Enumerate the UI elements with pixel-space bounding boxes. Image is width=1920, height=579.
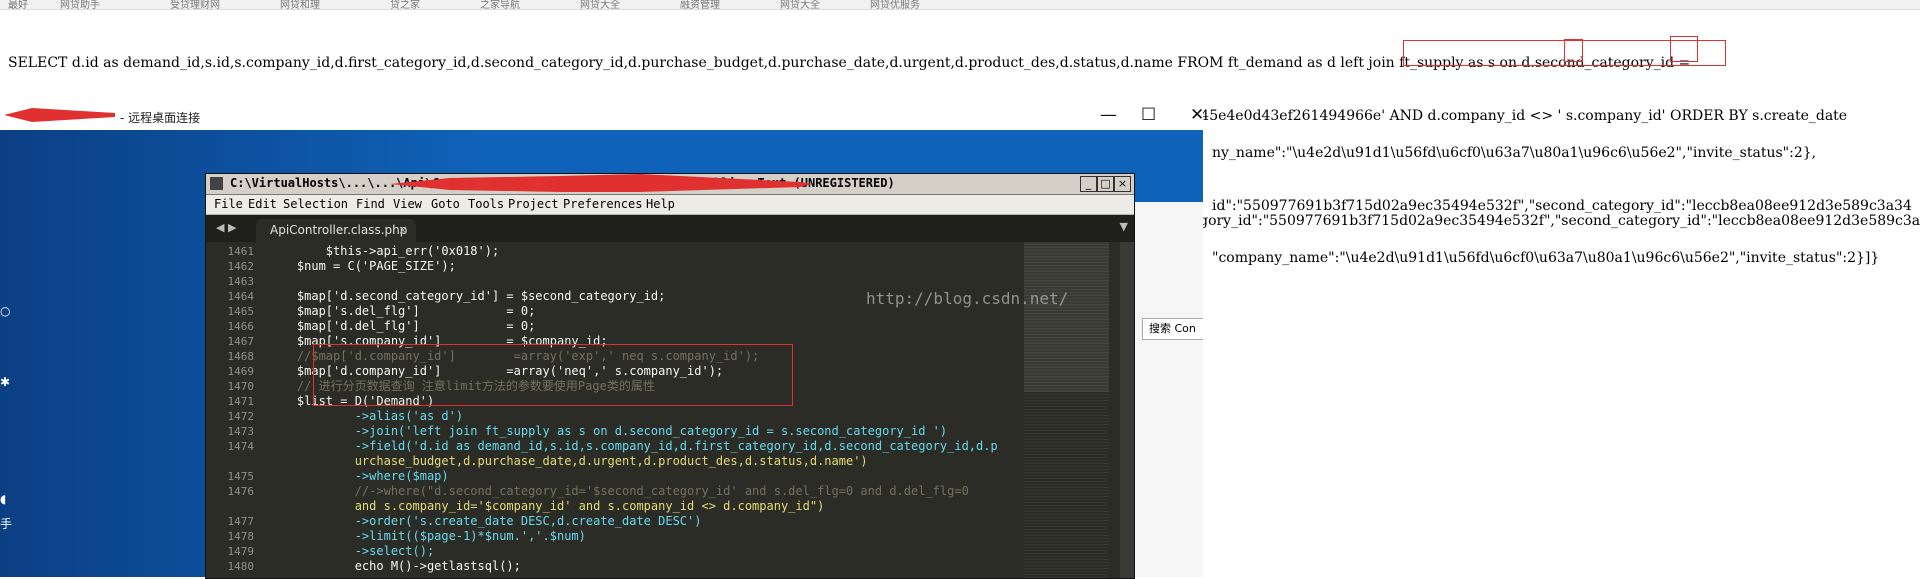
tab-label: ApiController.class.php [270, 223, 408, 237]
highlight-box-quote-1 [1564, 39, 1583, 62]
json-right-line-1: ny_name":"\u4e2d\u91d1\u56fd\u6cf0\u63a7… [1212, 145, 1817, 161]
line-number: 1477 [227, 515, 255, 528]
line-number: 1473 [227, 425, 255, 438]
line-number: 1469 [227, 365, 255, 378]
code-line: ->where($map) [268, 469, 449, 483]
tab-nav-arrows-icon[interactable]: ◀ ▶ [216, 221, 236, 234]
code-line: $map['d.del_flg'] = 0; [268, 319, 536, 333]
line-number: 1472 [227, 410, 255, 423]
desktop-icon-1[interactable]: ○ [0, 304, 10, 318]
line-number: 1471 [227, 395, 255, 408]
sublime-app-icon [210, 177, 223, 190]
highlight-box-code [313, 344, 793, 406]
background-app-panel: 搜索 Con [1123, 202, 1203, 577]
line-number: 1478 [227, 530, 255, 543]
line-number: 1463 [227, 275, 255, 288]
bookmark-item[interactable]: 之家导航 [480, 0, 520, 9]
line-number: 1468 [227, 350, 255, 363]
menu-selection[interactable]: Selection [283, 197, 348, 211]
code-line: ->field('d.id as demand_id,s.id,s.compan… [268, 439, 998, 453]
remote-desktop-titlebar[interactable]: - 远程桌面连接 — ☐ ✕ [0, 104, 1203, 130]
tab-close-icon[interactable]: × [398, 223, 408, 237]
line-number: 1470 [227, 380, 255, 393]
watermark-text: http://blog.csdn.net/ [866, 289, 1069, 308]
minimize-icon[interactable]: — [1100, 105, 1117, 125]
bookmark-item[interactable]: 融资管理 [680, 0, 720, 9]
code-line: urchase_budget,d.purchase_date,d.urgent,… [268, 454, 868, 468]
annotation-arrow-title [4, 108, 115, 122]
desktop-icon-label: 手 [0, 517, 13, 531]
code-line: ->join('left join ft_supply as s on d.se… [268, 424, 948, 438]
bookmark-item[interactable]: 网贷大全 [780, 0, 820, 9]
bookmark-item[interactable]: 最好 [8, 0, 28, 9]
remote-desktop-title: - 远程桌面连接 [120, 111, 201, 125]
close-icon[interactable]: ✕ [1190, 105, 1203, 125]
editor-scrollbar[interactable] [1120, 242, 1134, 578]
code-line: ->alias('as d') [268, 409, 464, 423]
tab-apicontroller[interactable]: ApiController.class.php × [256, 219, 416, 242]
desktop-icon-3[interactable]: ◖ [0, 492, 6, 506]
bookmark-item[interactable]: 受贷理财网 [170, 0, 220, 9]
search-button[interactable]: 搜索 Con [1142, 318, 1203, 340]
line-number: 1461 [227, 245, 255, 258]
line-number: 1475 [227, 470, 255, 483]
editor-close-icon[interactable]: × [1114, 176, 1131, 192]
code-line: $num = C('PAGE_SIZE'); [268, 259, 456, 273]
line-number-gutter: 1461 1462 1463 1464 1465 1466 1467 1468 1469 1470… [206, 242, 256, 578]
bookmark-item[interactable]: 网贷助手 [60, 0, 100, 9]
line-number: 1480 [227, 560, 255, 573]
code-line: and s.company_id='$company_id' and s.com… [268, 499, 825, 513]
bookmarks-bar: 最好 网贷助手 受贷理财网 网贷和理 贷之家 之家导航 网贷大全 融资管理 网贷… [0, 0, 1920, 10]
line-number: 1467 [227, 335, 255, 348]
menu-edit[interactable]: Edit [248, 197, 277, 211]
line-number: 1474 [227, 440, 255, 453]
tab-dropdown-icon[interactable]: ▼ [1120, 220, 1128, 233]
line-number: 1464 [227, 290, 255, 303]
line-number: 1466 [227, 320, 255, 333]
bookmark-item[interactable]: 网贷大全 [580, 0, 620, 9]
editor-tabbar: ◀ ▶ ApiController.class.php × ▼ [206, 215, 1134, 242]
highlight-box-quote-2 [1670, 36, 1698, 62]
line-number: 1476 [227, 485, 255, 498]
code-line: //->where("d.second_category_id='$second… [268, 484, 969, 498]
code-line: $map['d.second_category_id'] = $second_c… [268, 289, 666, 303]
editor-minimize-icon[interactable]: _ [1080, 176, 1097, 192]
maximize-icon[interactable]: ☐ [1141, 105, 1156, 125]
annotation-arrow-editor-title [390, 174, 812, 192]
desktop-icon-2[interactable]: ✱ [0, 375, 10, 389]
line-number: 1462 [227, 260, 255, 273]
code-line: ->select(); [268, 544, 435, 558]
bookmark-item[interactable]: 网贷优服务 [870, 0, 920, 9]
line-number: 1465 [227, 305, 255, 318]
code-line: $this->api_err('0x018'); [268, 244, 500, 258]
json-right-line-3: "company_name":"\u4e2d\u91d1\u56fd\u6cf0… [1212, 250, 1880, 266]
code-line: echo M()->getlastsql(); [268, 559, 521, 573]
code-line: $map['s.del_flg'] = 0; [268, 304, 536, 318]
editor-maximize-icon[interactable]: □ [1097, 176, 1114, 192]
code-line: ->limit(($page-1)*$num.','.$num) [268, 529, 586, 543]
json-output-right: ny_name":"\u4e2d\u91d1\u56fd\u6cf0\u63a7… [1212, 110, 1912, 285]
bookmark-item[interactable]: 贷之家 [390, 0, 420, 9]
line-number: 1479 [227, 545, 255, 558]
code-line: ->order('s.create_date DESC,d.create_dat… [268, 514, 702, 528]
json-right-line-2: id":"550977691b3f715d02a9ec35494e532f","… [1212, 197, 1912, 214]
bookmark-item[interactable]: 网贷和理 [280, 0, 320, 9]
menu-file[interactable]: File [214, 197, 243, 211]
